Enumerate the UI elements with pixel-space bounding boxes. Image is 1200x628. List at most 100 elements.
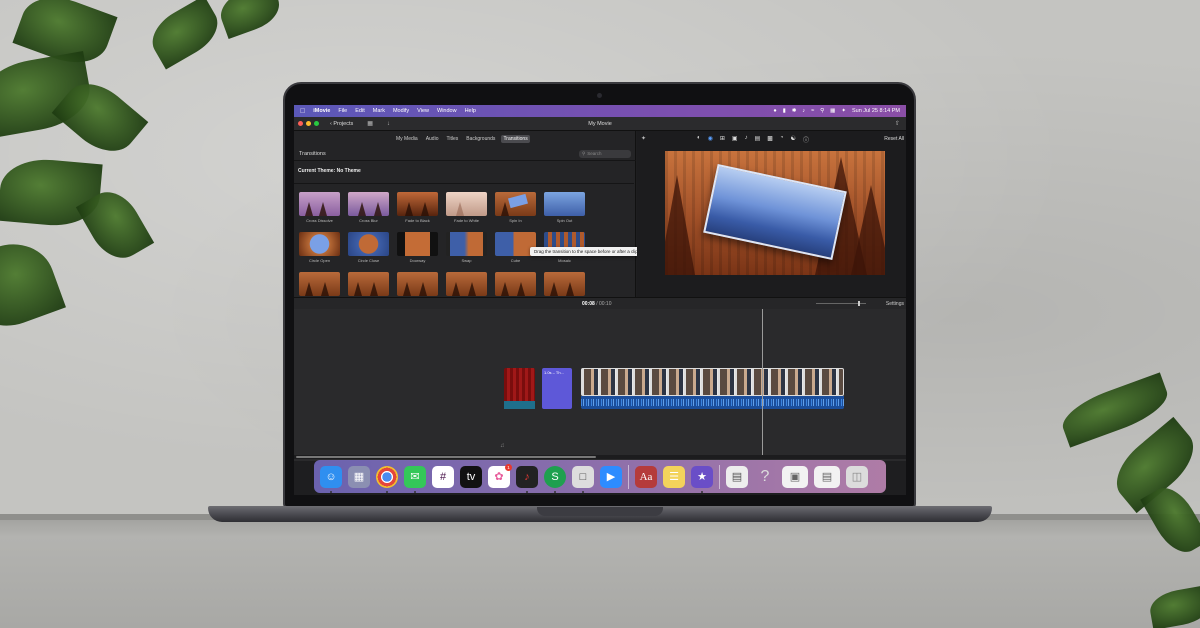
search-input[interactable]: ⚲ Search: [579, 149, 631, 158]
transition-thumb[interactable]: [544, 272, 585, 296]
search-placeholder: Search: [587, 151, 602, 156]
transition-thumb[interactable]: [299, 272, 340, 296]
transition-label: Cross Blur: [359, 218, 378, 223]
transition-thumb[interactable]: [348, 272, 389, 296]
media-browser-toggle-icon[interactable]: ▦: [367, 120, 373, 127]
transition-thumb[interactable]: [446, 272, 487, 296]
search-icon: ⚲: [582, 150, 586, 156]
menu-edit[interactable]: Edit: [355, 108, 364, 114]
voice-memos-icon[interactable]: ♪: [516, 465, 538, 493]
preview-icon[interactable]: ▤: [726, 465, 748, 488]
screen:  iMovie File Edit Mark Modify View Wind…: [294, 105, 906, 495]
transition-circle-close[interactable]: [348, 232, 389, 256]
trash-icon[interactable]: ◫: [846, 465, 868, 488]
title-clip[interactable]: 1.0s – Th...: [542, 368, 572, 409]
dock-separator: [628, 464, 629, 489]
tree-shape: [851, 185, 885, 275]
timeline-settings-button[interactable]: Settings: [886, 301, 904, 307]
info-icon[interactable]: ⓘ: [803, 135, 809, 144]
notes-icon[interactable]: ☰: [663, 465, 685, 488]
import-icon[interactable]: ↓: [387, 121, 390, 127]
money-icon[interactable]: S: [544, 465, 566, 493]
zoom-slider-handle[interactable]: [858, 301, 860, 306]
bluetooth-icon[interactable]: ✱: [792, 108, 797, 114]
transition-swap[interactable]: [446, 232, 487, 256]
color-balance-icon[interactable]: ◐: [697, 135, 701, 144]
total-time: 00:10: [598, 301, 612, 307]
equalizer-icon[interactable]: ▩: [767, 135, 773, 144]
share-icon[interactable]: ⇧: [895, 120, 900, 127]
launchpad-icon[interactable]: ▦: [348, 465, 370, 488]
clip-filter-icon[interactable]: ☯: [791, 135, 796, 144]
transition-thumb[interactable]: [397, 272, 438, 296]
menu-mark[interactable]: Mark: [373, 108, 385, 114]
transition-thumb[interactable]: [495, 272, 536, 296]
transition-doorway[interactable]: [397, 232, 438, 256]
time-separator: /: [596, 301, 598, 307]
apple-tv-icon[interactable]: tv: [460, 465, 482, 488]
messages-icon[interactable]: ✉: [404, 465, 426, 493]
transition-label: Fade to White: [454, 218, 479, 223]
transition-cross-dissolve[interactable]: [299, 192, 340, 216]
tab-audio[interactable]: Audio: [424, 135, 441, 143]
minimize-window-button[interactable]: [306, 121, 311, 126]
transition-fade-to-white[interactable]: [446, 192, 487, 216]
menu-file[interactable]: File: [338, 108, 347, 114]
stabilization-icon[interactable]: ▣: [732, 135, 738, 144]
menu-datetime[interactable]: Sun Jul 25 8:14 PM: [852, 108, 900, 114]
siri-icon[interactable]: ✦: [841, 108, 846, 114]
transition-spin-in[interactable]: [495, 192, 536, 216]
recent-doc-icon[interactable]: ▤: [814, 465, 840, 488]
transition-spin-out[interactable]: [544, 192, 585, 216]
screenshot-icon[interactable]: □: [572, 465, 594, 493]
volume-adjust-icon[interactable]: ♪: [745, 135, 748, 144]
transition-circle-open[interactable]: [299, 232, 340, 256]
close-window-button[interactable]: [298, 121, 303, 126]
status-toggle-icon[interactable]: ●: [773, 108, 776, 114]
zoom-window-button[interactable]: [314, 121, 319, 126]
noise-reduction-icon[interactable]: ▤: [755, 135, 761, 144]
menu-view[interactable]: View: [417, 108, 429, 114]
volume-icon[interactable]: ♪: [802, 108, 805, 114]
projects-back-button[interactable]: ‹ Projects: [330, 121, 353, 127]
video-clip[interactable]: [581, 368, 844, 396]
divider: [294, 183, 634, 184]
timeline[interactable]: 1.0s – Th... ♫: [294, 309, 906, 461]
recent-window-icon[interactable]: ▣: [782, 465, 808, 488]
tab-titles[interactable]: Titles: [444, 135, 460, 143]
tab-transitions[interactable]: Transitions: [501, 135, 530, 143]
chrome-icon[interactable]: [376, 465, 398, 493]
video-clip-audio[interactable]: [581, 396, 844, 409]
magic-wand-icon[interactable]: ✦: [641, 135, 646, 142]
imovie-icon[interactable]: ★: [691, 465, 713, 493]
menu-window[interactable]: Window: [437, 108, 457, 114]
slack-icon[interactable]: #: [432, 465, 454, 488]
video-preview[interactable]: [665, 151, 885, 275]
reset-all-button[interactable]: Reset All: [884, 136, 904, 142]
speed-icon[interactable]: ◔: [780, 135, 784, 144]
menu-help[interactable]: Help: [465, 108, 476, 114]
color-correction-icon[interactable]: ◉: [708, 135, 713, 144]
wifi-icon[interactable]: ≈: [811, 108, 814, 114]
transition-label: Doorway: [409, 258, 426, 263]
background-clip-audio[interactable]: [504, 401, 535, 409]
tab-backgrounds[interactable]: Backgrounds: [464, 135, 497, 143]
help-icon[interactable]: ?: [754, 466, 776, 488]
playhead[interactable]: [762, 309, 763, 457]
timeline-scroll-thumb[interactable]: [296, 456, 596, 458]
zoom-icon[interactable]: ▶: [600, 465, 622, 488]
finder-icon[interactable]: ☺: [320, 465, 342, 493]
battery-icon[interactable]: ▮: [783, 108, 786, 114]
dictionary-icon[interactable]: Aa: [635, 465, 657, 488]
crop-icon[interactable]: ⊞: [720, 135, 725, 144]
photos-icon[interactable]: ✿ 1: [488, 463, 512, 488]
menu-app-name[interactable]: iMovie: [313, 108, 330, 114]
tab-my-media[interactable]: My Media: [394, 135, 420, 143]
control-center-icon[interactable]: ▦: [830, 108, 835, 114]
apple-menu-icon[interactable]: : [300, 108, 305, 115]
transition-fade-to-black[interactable]: [397, 192, 438, 216]
menu-modify[interactable]: Modify: [393, 108, 409, 114]
search-menu-icon[interactable]: ⚲: [820, 108, 824, 114]
transition-cross-blur[interactable]: [348, 192, 389, 216]
transition-label: Cube: [510, 258, 521, 263]
